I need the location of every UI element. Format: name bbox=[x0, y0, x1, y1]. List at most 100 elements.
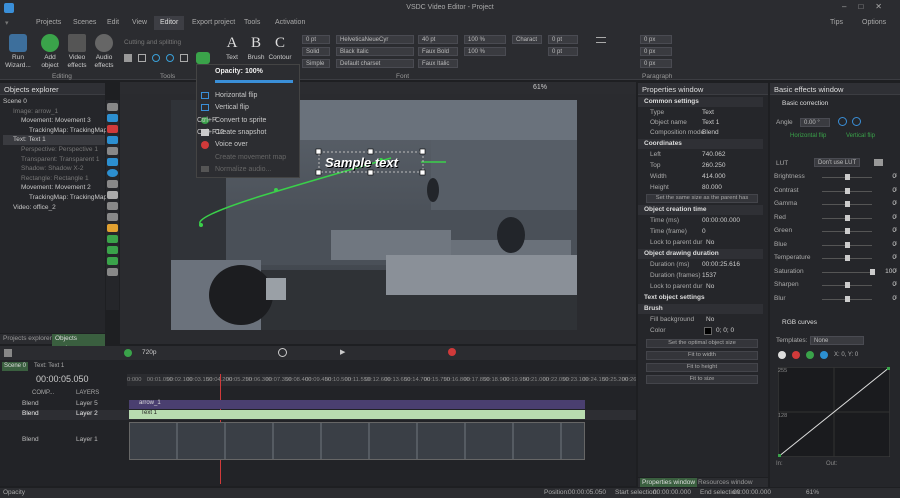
align-center-icon[interactable] bbox=[596, 37, 606, 43]
curve-white-icon[interactable] bbox=[778, 351, 786, 359]
color-swatch[interactable] bbox=[704, 327, 712, 335]
clip-video-office[interactable] bbox=[129, 422, 585, 460]
image-icon[interactable] bbox=[107, 136, 118, 144]
tree-scene[interactable]: Scene 0 bbox=[3, 97, 105, 107]
templates-select[interactable]: None bbox=[810, 336, 864, 345]
close-button[interactable]: ✕ bbox=[875, 2, 894, 11]
curve-blue-icon[interactable] bbox=[820, 351, 828, 359]
audio-effects-button[interactable]: Audio effects bbox=[90, 34, 118, 70]
menu-scenes[interactable]: Scenes bbox=[73, 19, 96, 26]
effect-slider-row[interactable]: Blur 0 ↺ bbox=[774, 293, 900, 305]
fit-height-button[interactable]: Fit to height bbox=[646, 363, 758, 372]
effect-slider-knob[interactable] bbox=[845, 255, 850, 261]
optimal-size-button[interactable]: Set the optimal object size bbox=[646, 339, 758, 348]
reset-icon[interactable]: ↺ bbox=[892, 171, 897, 183]
tree-movement-3[interactable]: Movement: Movement 3 bbox=[3, 116, 105, 126]
rotate-icon[interactable] bbox=[152, 54, 160, 62]
rgb-curve-graph[interactable] bbox=[778, 367, 890, 457]
clip-arrow[interactable]: arrow_1 bbox=[129, 400, 585, 409]
rectangle-icon[interactable] bbox=[107, 158, 118, 166]
menu-projects[interactable]: Projects bbox=[36, 19, 61, 26]
run-wizard-button[interactable]: Run Wizard... bbox=[4, 34, 32, 70]
zoom-select[interactable]: 61% bbox=[533, 84, 547, 91]
rotate-right-icon[interactable] bbox=[852, 117, 861, 126]
options-button[interactable]: Options bbox=[862, 19, 886, 26]
curve-red-icon[interactable] bbox=[792, 351, 800, 359]
cutting-splitting-button[interactable]: Cutting and splitting bbox=[124, 39, 181, 46]
effect-slider-knob[interactable] bbox=[845, 241, 850, 248]
tree-transparent[interactable]: Transparent: Transparent 1 bbox=[3, 155, 105, 165]
add-object-button[interactable]: Add object bbox=[36, 34, 64, 70]
track-blend-mode[interactable]: Blend bbox=[22, 400, 39, 407]
playback-mode-icon[interactable] bbox=[4, 349, 12, 357]
effect-slider-knob[interactable] bbox=[845, 282, 850, 288]
menu-export-project[interactable]: Export project bbox=[192, 19, 235, 26]
play-pause-button[interactable]: ▶ bbox=[340, 348, 345, 356]
sample-text-object[interactable]: Sample text bbox=[325, 155, 398, 170]
menu-editor[interactable]: Editor bbox=[154, 16, 185, 30]
effect-slider-row[interactable]: Gamma 0 ↺ bbox=[774, 198, 900, 210]
effect-slider-row[interactable]: Red 0 ↺ bbox=[774, 212, 900, 224]
maximize-button[interactable]: □ bbox=[858, 2, 875, 11]
movement-icon[interactable] bbox=[107, 246, 118, 254]
tab-text-1[interactable]: Text: Text 1 bbox=[34, 362, 64, 371]
subtitle-icon[interactable] bbox=[107, 202, 118, 210]
lut-select[interactable]: Don't use LUT bbox=[814, 158, 860, 167]
line-icon[interactable] bbox=[107, 147, 118, 155]
effect-slider-row[interactable]: Temperature 0 ↺ bbox=[774, 252, 900, 264]
faux-italic-toggle[interactable]: Faux Italic bbox=[418, 59, 458, 68]
menu-convert-to-sprite[interactable]: Convert to sprite bbox=[215, 117, 266, 124]
rotate-right-icon[interactable] bbox=[166, 54, 174, 62]
indent-right-field[interactable]: 0 px bbox=[640, 47, 672, 56]
tree-trackingmap-1[interactable]: TrackingMap: TrackingMap bbox=[3, 126, 107, 136]
stabilize-icon[interactable] bbox=[180, 54, 188, 62]
tree-movement-2[interactable]: Movement: Movement 2 bbox=[3, 183, 105, 193]
freeform-icon[interactable] bbox=[107, 180, 118, 188]
font-style-select[interactable]: Black Italic bbox=[336, 47, 414, 56]
tab-projects-explorer[interactable]: Projects explorer bbox=[3, 334, 52, 344]
animation-icon[interactable] bbox=[107, 235, 118, 243]
reset-icon[interactable]: ↺ bbox=[892, 279, 897, 291]
font-size-select[interactable]: 40 pt bbox=[418, 35, 458, 44]
clip-text[interactable]: Text 1 bbox=[129, 410, 585, 419]
menu-tools[interactable]: Tools bbox=[244, 19, 260, 26]
rotate-left-icon[interactable] bbox=[838, 117, 847, 126]
effect-slider-row[interactable]: Green 0 ↺ bbox=[774, 225, 900, 237]
effect-slider-row[interactable]: Blue 0 ↺ bbox=[774, 239, 900, 251]
horizontal-flip-checkbox[interactable]: Horizontal flip bbox=[790, 133, 826, 139]
scale-y-field[interactable]: 100 % bbox=[464, 47, 506, 56]
indent-first-field[interactable]: 0 px bbox=[640, 59, 672, 68]
same-size-button[interactable]: Set the same size as the parent has bbox=[646, 194, 758, 203]
line-style-select[interactable]: Solid bbox=[302, 47, 330, 56]
crop-icon[interactable] bbox=[138, 54, 146, 62]
menu-horizontal-flip[interactable]: Horizontal flip bbox=[215, 92, 257, 99]
font-name-select[interactable]: HelveticaNeueCyr bbox=[336, 35, 414, 44]
tree-image-arrow[interactable]: Image: arrow_1 bbox=[3, 107, 105, 117]
play-icon[interactable] bbox=[278, 348, 287, 357]
reset-icon[interactable]: ↺ bbox=[892, 225, 897, 237]
video-icon[interactable] bbox=[107, 114, 118, 122]
tree-perspective[interactable]: Perspective: Perspective 1 bbox=[3, 145, 105, 155]
tab-resources-window[interactable]: Resources window bbox=[698, 478, 753, 487]
resolution-select[interactable]: 720p bbox=[142, 349, 156, 356]
effect-slider-row[interactable]: Saturation 100 ↺ bbox=[774, 266, 900, 278]
faux-bold-toggle[interactable]: Faux Bold bbox=[418, 47, 458, 56]
vertical-flip-checkbox[interactable]: Vertical flip bbox=[846, 133, 875, 139]
char-spacing-field[interactable]: 0 pt bbox=[548, 35, 578, 44]
contour-tool-button[interactable]: C Contour bbox=[266, 34, 294, 62]
reset-icon[interactable]: ↺ bbox=[892, 212, 897, 224]
line-type-select[interactable]: Simple bbox=[302, 59, 330, 68]
video-effects-button[interactable]: Video effects bbox=[63, 34, 91, 70]
fit-width-button[interactable]: Fit to width bbox=[646, 351, 758, 360]
effect-slider-knob[interactable] bbox=[845, 228, 850, 234]
audio-icon[interactable] bbox=[107, 125, 118, 133]
chart-icon[interactable] bbox=[107, 213, 118, 221]
line-spacing-field[interactable]: 0 pt bbox=[548, 47, 578, 56]
angle-field[interactable]: 0.00 ° bbox=[800, 118, 830, 127]
menu-voice-over[interactable]: Voice over bbox=[215, 141, 248, 148]
track-blend-mode[interactable]: Blend bbox=[22, 410, 39, 417]
preview-icon[interactable] bbox=[124, 349, 132, 357]
effect-slider-knob[interactable] bbox=[845, 214, 850, 221]
tree-shadow[interactable]: Shadow: Shadow X-2 bbox=[3, 164, 105, 174]
sprite-icon[interactable] bbox=[107, 224, 118, 232]
